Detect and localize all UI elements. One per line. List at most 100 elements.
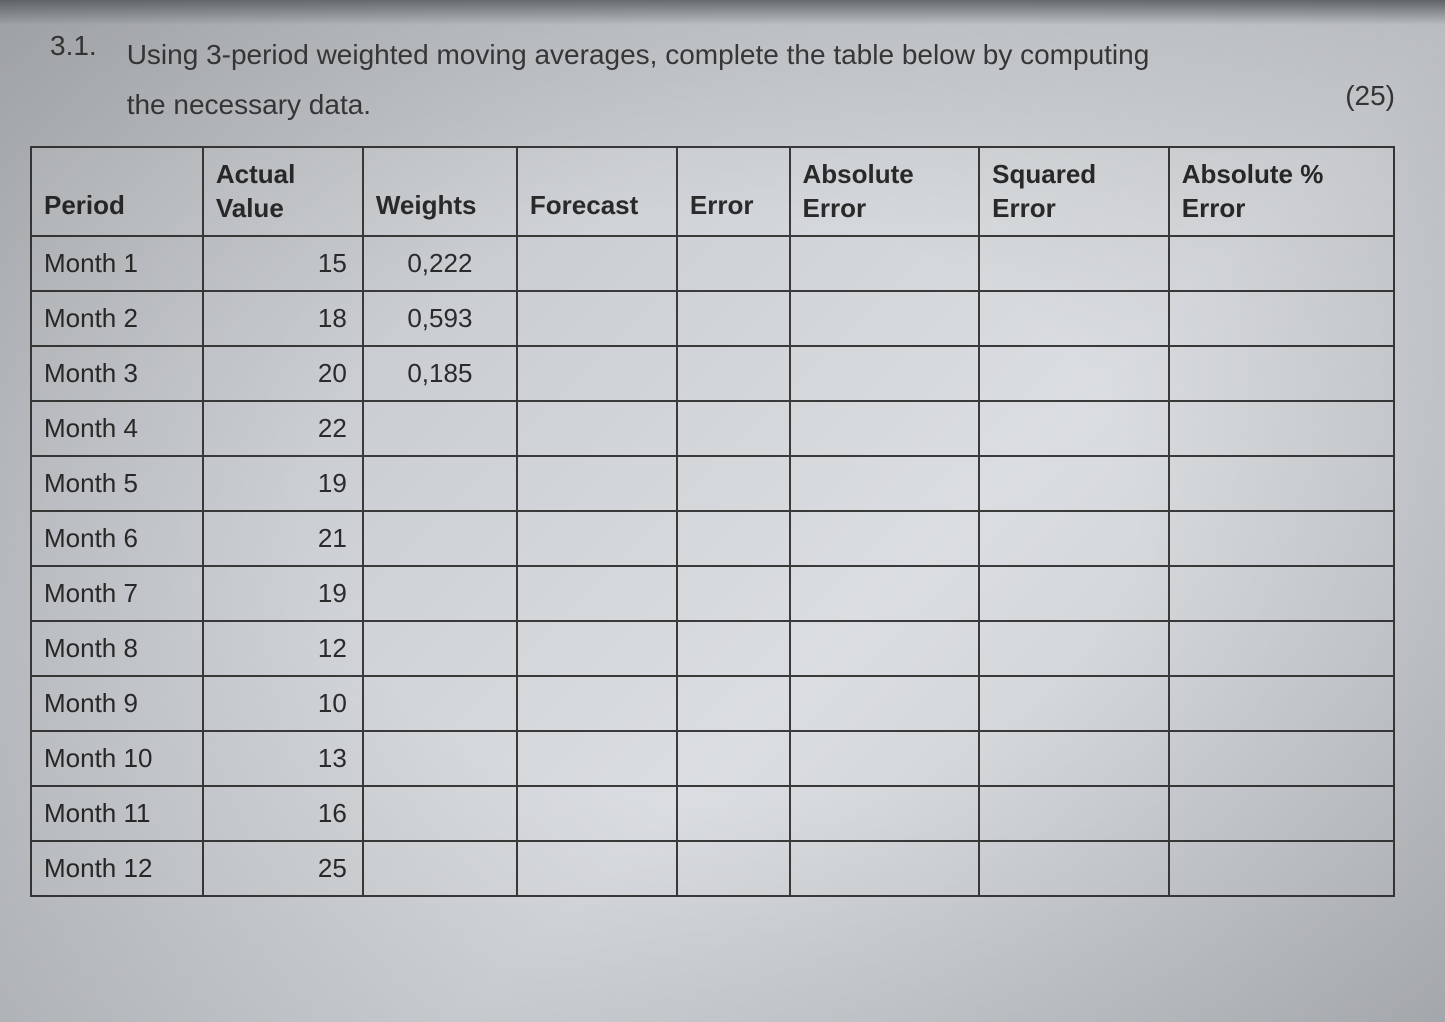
cell-absolute-pct-error	[1169, 731, 1394, 786]
cell-period: Month 7	[31, 566, 203, 621]
cell-squared-error	[979, 566, 1169, 621]
cell-forecast	[517, 621, 677, 676]
question-text-line1: Using 3-period weighted moving averages,…	[127, 30, 1415, 80]
header-abs-bottom: Error	[803, 192, 967, 226]
cell-period: Month 1	[31, 236, 203, 291]
cell-forecast	[517, 456, 677, 511]
cell-squared-error	[979, 346, 1169, 401]
cell-forecast	[517, 236, 677, 291]
cell-weights	[363, 456, 517, 511]
top-shadow	[0, 0, 1445, 25]
table-row: Month 910	[31, 676, 1394, 731]
header-forecast: Forecast	[517, 147, 677, 237]
cell-absolute-error	[790, 346, 980, 401]
question-text-line2: the necessary data.	[127, 80, 1415, 130]
cell-absolute-pct-error	[1169, 291, 1394, 346]
cell-absolute-pct-error	[1169, 456, 1394, 511]
cell-absolute-error	[790, 731, 980, 786]
header-weights-text: Weights	[376, 189, 504, 223]
table-row: Month 1225	[31, 841, 1394, 896]
cell-absolute-pct-error	[1169, 511, 1394, 566]
cell-absolute-pct-error	[1169, 786, 1394, 841]
question-text-wrap: Using 3-period weighted moving averages,…	[127, 30, 1415, 131]
cell-squared-error	[979, 456, 1169, 511]
cell-actual: 22	[203, 401, 363, 456]
cell-error	[677, 676, 790, 731]
header-squared-error: Squared Error	[979, 147, 1169, 237]
cell-actual: 19	[203, 456, 363, 511]
cell-period: Month 4	[31, 401, 203, 456]
table-row: Month 1116	[31, 786, 1394, 841]
cell-weights	[363, 786, 517, 841]
cell-actual: 18	[203, 291, 363, 346]
cell-absolute-error	[790, 786, 980, 841]
header-sq-top: Squared	[992, 158, 1156, 192]
cell-squared-error	[979, 401, 1169, 456]
cell-forecast	[517, 346, 677, 401]
cell-squared-error	[979, 291, 1169, 346]
question-number: 3.1.	[30, 30, 97, 62]
cell-absolute-error	[790, 456, 980, 511]
cell-error	[677, 401, 790, 456]
header-actual-top: Actual	[216, 158, 350, 192]
cell-error	[677, 731, 790, 786]
cell-absolute-pct-error	[1169, 346, 1394, 401]
cell-error	[677, 511, 790, 566]
cell-actual: 13	[203, 731, 363, 786]
header-actual-bottom: Value	[216, 192, 350, 226]
cell-squared-error	[979, 676, 1169, 731]
header-weights: Weights	[363, 147, 517, 237]
cell-error	[677, 841, 790, 896]
cell-absolute-error	[790, 511, 980, 566]
cell-weights: 0,185	[363, 346, 517, 401]
table-row: Month 621	[31, 511, 1394, 566]
cell-forecast	[517, 291, 677, 346]
cell-period: Month 11	[31, 786, 203, 841]
cell-error	[677, 291, 790, 346]
table-row: Month 812	[31, 621, 1394, 676]
header-forecast-text: Forecast	[530, 189, 664, 223]
cell-error	[677, 621, 790, 676]
question-marks: (25)	[1345, 80, 1395, 112]
cell-actual: 21	[203, 511, 363, 566]
cell-forecast	[517, 401, 677, 456]
cell-period: Month 8	[31, 621, 203, 676]
cell-squared-error	[979, 786, 1169, 841]
header-absolute-pct-error: Absolute % Error	[1169, 147, 1394, 237]
cell-actual: 15	[203, 236, 363, 291]
cell-absolute-pct-error	[1169, 676, 1394, 731]
cell-period: Month 10	[31, 731, 203, 786]
cell-forecast	[517, 511, 677, 566]
table-row: Month 1013	[31, 731, 1394, 786]
cell-forecast	[517, 786, 677, 841]
header-abs-top: Absolute	[803, 158, 967, 192]
cell-actual: 20	[203, 346, 363, 401]
cell-error	[677, 786, 790, 841]
cell-absolute-error	[790, 841, 980, 896]
cell-squared-error	[979, 841, 1169, 896]
cell-period: Month 2	[31, 291, 203, 346]
cell-period: Month 6	[31, 511, 203, 566]
cell-squared-error	[979, 511, 1169, 566]
cell-absolute-error	[790, 621, 980, 676]
cell-forecast	[517, 676, 677, 731]
cell-absolute-pct-error	[1169, 401, 1394, 456]
cell-actual: 10	[203, 676, 363, 731]
header-row: Period Actual Value Weights Forecast Err…	[31, 147, 1394, 237]
cell-absolute-error	[790, 676, 980, 731]
cell-actual: 25	[203, 841, 363, 896]
header-pct-top: Absolute %	[1182, 158, 1381, 192]
cell-forecast	[517, 731, 677, 786]
cell-absolute-error	[790, 236, 980, 291]
cell-forecast	[517, 566, 677, 621]
header-pct-bottom: Error	[1182, 192, 1381, 226]
cell-weights: 0,222	[363, 236, 517, 291]
header-actual: Actual Value	[203, 147, 363, 237]
cell-absolute-error	[790, 401, 980, 456]
cell-period: Month 5	[31, 456, 203, 511]
cell-absolute-pct-error	[1169, 841, 1394, 896]
cell-weights	[363, 566, 517, 621]
cell-squared-error	[979, 236, 1169, 291]
header-error-text: Error	[690, 189, 777, 223]
table-header: Period Actual Value Weights Forecast Err…	[31, 147, 1394, 237]
